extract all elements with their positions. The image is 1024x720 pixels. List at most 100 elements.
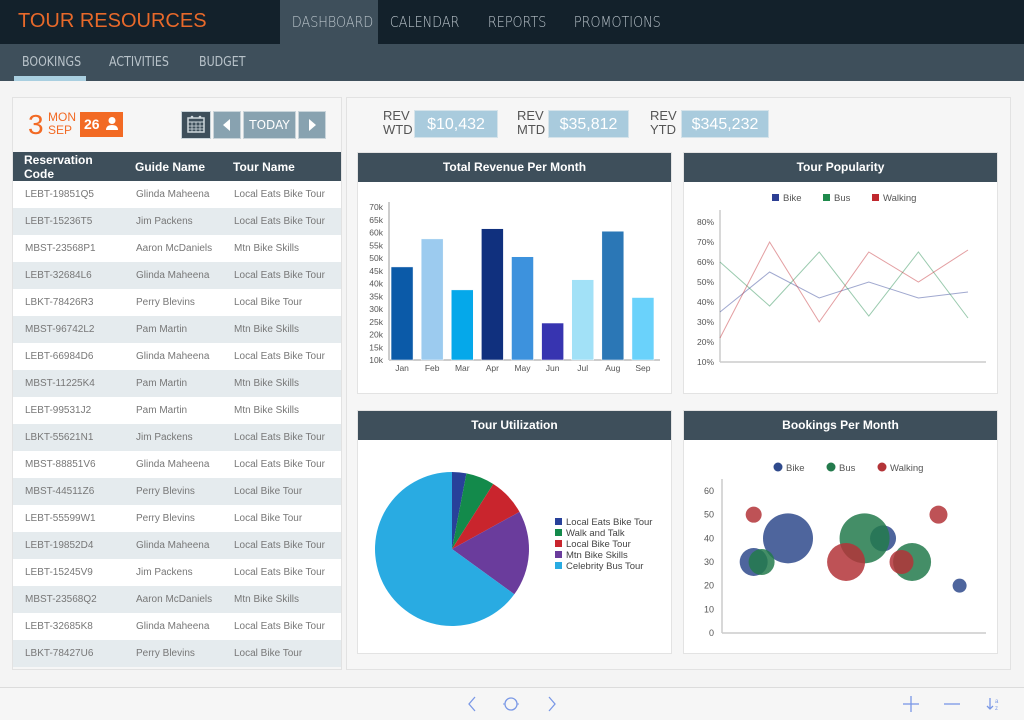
legend-swatch: [772, 194, 779, 201]
bar-jul[interactable]: [571, 279, 594, 361]
reservation-code: LEBT-19852D4: [13, 532, 124, 559]
guide-name: Perry Blevins: [124, 505, 222, 532]
legend-swatch: [872, 194, 879, 201]
main-nav: DASHBOARD CALENDAR REPORTS PROMOTIONS: [280, 0, 662, 44]
today-button[interactable]: TODAY: [243, 111, 296, 139]
reservation-code: MBST-23568P1: [13, 235, 124, 262]
guide-name: Pam Martin: [124, 370, 222, 397]
line-series-bus[interactable]: [719, 251, 969, 319]
nav-tab-dashboard[interactable]: DASHBOARD: [280, 0, 378, 44]
kpi-label-top: REV: [650, 108, 677, 123]
x-tick-label: Mar: [455, 363, 470, 373]
x-tick-label: Jun: [546, 363, 560, 373]
table-row[interactable]: LEBT-19851Q5 Glinda Maheena Local Eats Bik…: [13, 181, 341, 208]
table-row[interactable]: MBST-23568Q2 Aaron McDaniels Mtn Bike Skil…: [13, 586, 341, 613]
bar-feb[interactable]: [420, 238, 444, 361]
nav-tab-calendar[interactable]: CALENDAR: [378, 0, 476, 44]
y-tick-label: 70%: [697, 237, 714, 247]
column-header[interactable]: Reservation Code: [13, 152, 124, 181]
reservation-code: MBST-11225K4: [13, 370, 124, 397]
x-tick-label: Apr: [486, 363, 499, 373]
y-tick-label: 30k: [369, 304, 383, 314]
guide-name: Glinda Maheena: [124, 451, 222, 478]
table-row[interactable]: LEBT-55599W1 Perry Blevins Local Bike Tour: [13, 505, 341, 532]
y-tick-label: 60: [704, 486, 714, 496]
subnav-tab-activities[interactable]: ACTIVITIES: [109, 44, 169, 81]
bar-jan[interactable]: [390, 266, 414, 361]
line-series-bike[interactable]: [719, 271, 969, 313]
table-row[interactable]: LEBT-15236T5 Jim Packens Local Eats Bike T…: [13, 208, 341, 235]
bubble-bus[interactable]: [748, 549, 775, 575]
revenue-chart-card: Total Revenue Per Month 10k 15k 20k 25k 30k 3…: [357, 152, 672, 394]
tour-name: Local Bike Tour: [222, 640, 341, 667]
y-tick-label: 50%: [697, 277, 714, 287]
subnav-tab-budget[interactable]: BUDGET: [199, 44, 245, 81]
column-header[interactable]: Tour Name: [222, 152, 341, 181]
guide-name: Pam Martin: [124, 397, 222, 424]
y-tick-label: 10k: [369, 355, 383, 365]
y-tick-label: 20k: [369, 330, 383, 340]
table-row[interactable]: LEBT-99531J2 Pam Martin Mtn Bike Skills: [13, 397, 341, 424]
bar-mar[interactable]: [451, 289, 474, 361]
guest-count: 26: [84, 116, 100, 132]
y-tick-label: 45k: [369, 266, 383, 276]
y-tick-label: 20: [704, 581, 714, 591]
prev-day-button[interactable]: [213, 111, 241, 139]
bubble-walking[interactable]: [745, 506, 762, 523]
circle-icon[interactable]: [501, 694, 521, 714]
bubble-walking[interactable]: [929, 505, 948, 524]
table-row[interactable]: MBST-23568P1 Aaron McDaniels Mtn Bike Skil…: [13, 235, 341, 262]
bar-may[interactable]: [511, 256, 534, 361]
table-row[interactable]: MBST-96742L2 Pam Martin Mtn Bike Skills: [13, 316, 341, 343]
person-icon: [106, 117, 118, 130]
y-tick-label: 40k: [369, 279, 383, 289]
footer-toolbar: az: [0, 687, 1024, 720]
nav-tab-promotions[interactable]: PROMOTIONS: [562, 0, 662, 44]
guide-name: Aaron McDaniels: [124, 235, 222, 262]
bar-apr[interactable]: [481, 228, 504, 361]
guide-name: Pam Martin: [124, 316, 222, 343]
reservation-code: MBST-88851V6: [13, 451, 124, 478]
legend-label: Celebrity Bus Tour: [566, 561, 643, 572]
table-row[interactable]: LBKT-55621N1 Jim Packens Local Eats Bike T…: [13, 424, 341, 451]
utilization-chart-title: Tour Utilization: [358, 411, 671, 440]
chevron-right-icon[interactable]: [542, 694, 562, 714]
legend-label: Mtn Bike Skills: [566, 550, 628, 561]
table-row[interactable]: MBST-88851V6 Glinda Maheena Local Eats Bik…: [13, 451, 341, 478]
calendar-icon: [187, 115, 205, 133]
y-tick-label: 40: [704, 533, 714, 543]
table-row[interactable]: LBKT-78426R3 Perry Blevins Local Bike Tour: [13, 289, 341, 316]
triangle-right-icon: [309, 119, 316, 131]
table-row[interactable]: LEBT-66984D6 Glinda Maheena Local Eats Bik…: [13, 343, 341, 370]
nav-tab-reports[interactable]: REPORTS: [476, 0, 562, 44]
table-row[interactable]: LEBT-15245V9 Jim Packens Local Eats Bike T…: [13, 559, 341, 586]
calendar-button[interactable]: [181, 111, 211, 139]
table-row[interactable]: LEBT-32684L6 Glinda Maheena Local Eats Bik…: [13, 262, 341, 289]
bubble-walking[interactable]: [827, 543, 866, 581]
plus-icon[interactable]: [901, 694, 921, 714]
x-tick-label: Jan: [395, 363, 409, 373]
table-row[interactable]: LEBT-19852D4 Glinda Maheena Local Eats Bik…: [13, 532, 341, 559]
bar-aug[interactable]: [601, 230, 625, 361]
bar-sep[interactable]: [631, 297, 655, 361]
bubble-bike[interactable]: [952, 578, 967, 593]
table-row[interactable]: MBST-11225K4 Pam Martin Mtn Bike Skills: [13, 370, 341, 397]
table-row[interactable]: MBST-44511Z6 Perry Blevins Local Bike Tour: [13, 478, 341, 505]
y-tick-label: 60%: [697, 257, 714, 267]
kpi-label-top: REV: [517, 108, 544, 123]
app-title: TOUR RESOURCES: [18, 10, 207, 32]
sort-az-icon[interactable]: az: [983, 694, 1003, 714]
y-tick-label: 20%: [697, 337, 714, 347]
chevron-left-icon[interactable]: [462, 694, 482, 714]
tour-name: Mtn Bike Skills: [222, 316, 341, 343]
next-day-button[interactable]: [298, 111, 326, 139]
legend-swatch: [555, 518, 562, 525]
x-tick-label: Feb: [425, 363, 440, 373]
bar-jun[interactable]: [541, 322, 564, 361]
table-row[interactable]: LBKT-78427U6 Perry Blevins Local Bike Tour: [13, 640, 341, 667]
reservation-code: MBST-44511Z6: [13, 478, 124, 505]
table-row[interactable]: LEBT-32685K8 Glinda Maheena Local Eats Bik…: [13, 613, 341, 640]
minus-icon[interactable]: [942, 694, 962, 714]
bubble-walking[interactable]: [889, 550, 914, 574]
column-header[interactable]: Guide Name: [124, 152, 222, 181]
